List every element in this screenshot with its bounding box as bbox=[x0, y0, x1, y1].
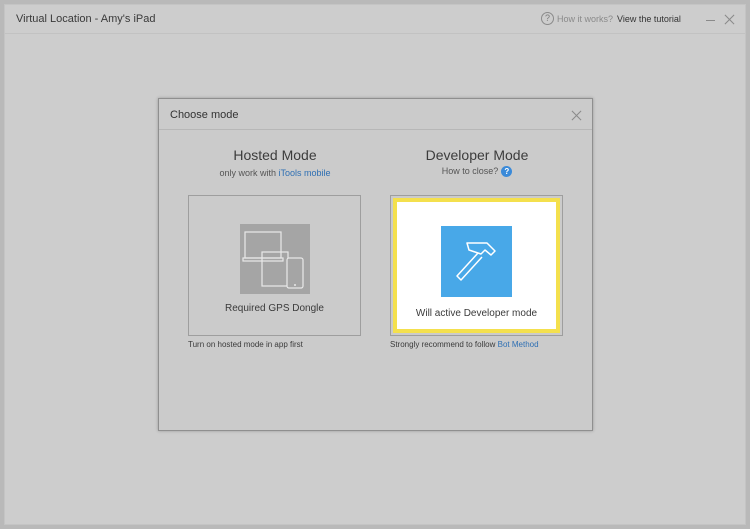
developer-card-label: Will active Developer mode bbox=[415, 308, 538, 319]
itools-mobile-link[interactable]: iTools mobile bbox=[279, 168, 331, 178]
developer-mode-subtitle: How to close?? bbox=[377, 166, 577, 178]
hammer-icon bbox=[441, 226, 512, 297]
dialog-title: Choose mode bbox=[170, 109, 239, 121]
developer-mode-card-frame: Will active Developer mode bbox=[390, 195, 563, 336]
minimize-icon[interactable] bbox=[706, 20, 715, 21]
hosted-mode-subtitle: only work with iTools mobile bbox=[175, 168, 375, 178]
dialog-close-icon[interactable] bbox=[570, 109, 583, 122]
bot-method-link[interactable]: Bot Method bbox=[498, 340, 539, 349]
choose-mode-dialog: Choose mode Hosted Mode only work with i… bbox=[158, 98, 593, 431]
help-area: ? How it works? View the tutorial bbox=[541, 12, 681, 25]
hosted-card-label: Required GPS Dongle bbox=[225, 303, 324, 314]
hosted-sub-prefix: only work with bbox=[219, 168, 276, 178]
window-title: Virtual Location - Amy's iPad bbox=[16, 13, 156, 25]
how-it-works-link[interactable]: How it works? bbox=[557, 14, 613, 24]
dialog-header: Choose mode bbox=[159, 99, 592, 130]
how-to-close-link[interactable]: How to close? bbox=[442, 166, 499, 176]
hosted-mode-note: Turn on hosted mode in app first bbox=[188, 340, 303, 349]
developer-mode-note: Strongly recommend to follow Bot Method bbox=[390, 340, 539, 349]
devices-icon bbox=[240, 224, 310, 294]
question-circle-icon[interactable]: ? bbox=[541, 12, 554, 25]
app-window: Virtual Location - Amy's iPad ? How it w… bbox=[4, 4, 746, 525]
view-tutorial-link[interactable]: View the tutorial bbox=[617, 14, 681, 24]
hosted-mode-heading: Hosted Mode bbox=[233, 147, 317, 163]
developer-note-prefix: Strongly recommend to follow bbox=[390, 340, 496, 349]
info-question-icon[interactable]: ? bbox=[501, 166, 513, 178]
hosted-mode-card[interactable]: Required GPS Dongle bbox=[188, 195, 361, 336]
developer-mode-card[interactable]: Will active Developer mode bbox=[393, 198, 560, 333]
title-bar: Virtual Location - Amy's iPad ? How it w… bbox=[5, 5, 745, 34]
developer-mode-heading: Developer Mode bbox=[425, 147, 529, 163]
close-icon[interactable] bbox=[723, 13, 736, 26]
